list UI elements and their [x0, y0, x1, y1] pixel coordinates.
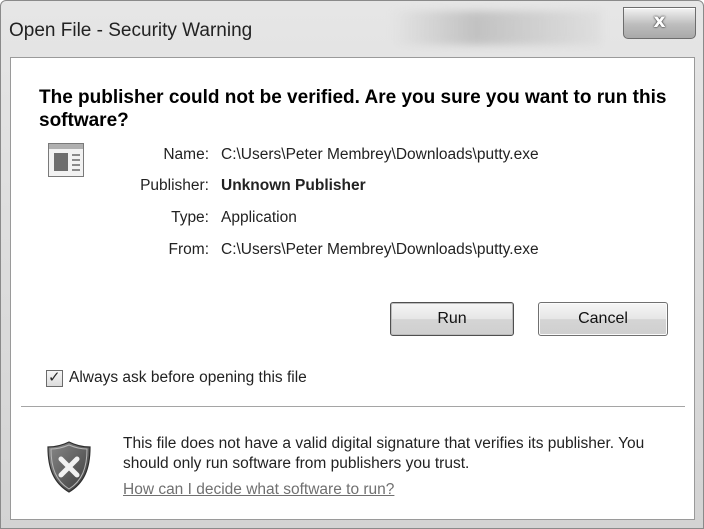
- cancel-button[interactable]: Cancel: [538, 302, 668, 336]
- from-value: C:\Users\Peter Membrey\Downloads\putty.e…: [221, 241, 539, 258]
- application-window-icon: [48, 143, 84, 177]
- dialog-content: The publisher could not be verified. Are…: [10, 57, 695, 520]
- publisher-label: Publisher:: [140, 177, 209, 194]
- publisher-value: Unknown Publisher: [221, 177, 366, 194]
- checkmark-icon: ✓: [48, 368, 61, 386]
- close-icon: x: [653, 10, 666, 32]
- warning-heading: The publisher could not be verified. Are…: [39, 87, 667, 131]
- shield-x-icon: [47, 441, 91, 493]
- warning-message: This file does not have a valid digital …: [123, 435, 645, 472]
- run-button[interactable]: Run: [390, 302, 514, 336]
- title-bar-glass: [391, 11, 601, 45]
- from-label: From:: [168, 241, 209, 258]
- title-bar[interactable]: Open File - Security Warning x: [1, 1, 703, 57]
- type-label: Type:: [171, 209, 209, 226]
- type-value: Application: [221, 209, 297, 226]
- always-ask-checkbox[interactable]: ✓: [46, 368, 63, 387]
- name-value: C:\Users\Peter Membrey\Downloads\putty.e…: [221, 146, 539, 163]
- divider: [21, 406, 685, 408]
- window-title: Open File - Security Warning: [9, 20, 253, 41]
- name-label: Name:: [163, 146, 209, 163]
- help-link[interactable]: How can I decide what software to run?: [123, 481, 394, 499]
- close-button[interactable]: x: [623, 7, 696, 39]
- always-ask-label[interactable]: Always ask before opening this file: [69, 369, 307, 387]
- security-warning-dialog: Open File - Security Warning x The publi…: [0, 0, 704, 529]
